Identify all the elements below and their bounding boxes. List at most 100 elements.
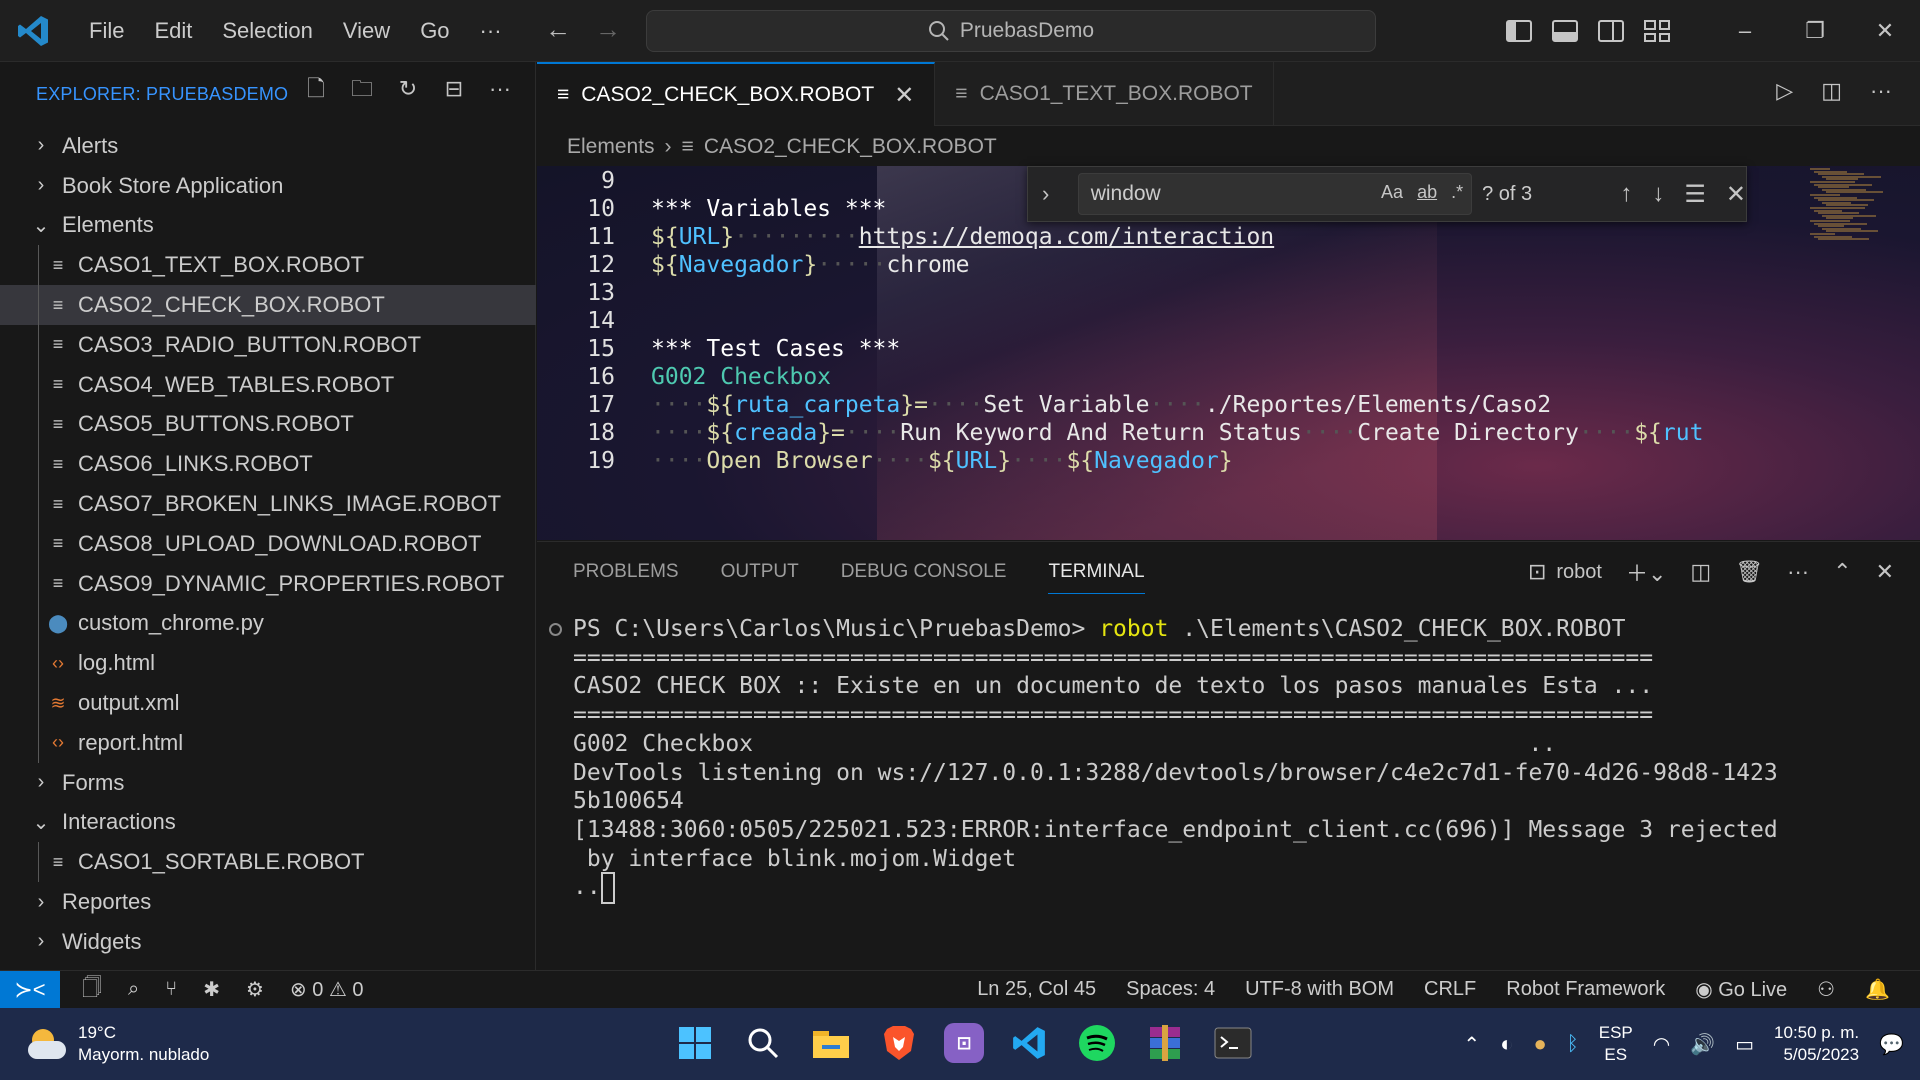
winrar-icon[interactable] (1142, 1020, 1188, 1066)
language-mode[interactable]: Robot Framework (1506, 978, 1665, 1001)
menu-item-2[interactable]: Selection (207, 0, 328, 62)
tab-caso2-check-box[interactable]: ≡ CASO2_CHECK_BOX.ROBOT ✕ (537, 62, 936, 126)
find-in-selection-icon[interactable]: ☰ (1684, 180, 1706, 209)
obs-icon[interactable]: ◐ (1500, 1031, 1513, 1057)
panel-tab-problems[interactable]: PROBLEMS (573, 561, 679, 583)
clock[interactable]: 10:50 p. m. 5/05/2023 (1774, 1022, 1859, 1066)
tree-folder[interactable]: › Book Store Application (0, 166, 536, 206)
close-panel-icon[interactable]: ✕ (1876, 559, 1894, 585)
encoding[interactable]: UTF-8 with BOM (1245, 978, 1394, 1001)
volume-icon[interactable]: 🔊 (1690, 1032, 1715, 1057)
tree-file[interactable]: ≡ CASO1_TEXT_BOX.ROBOT (0, 245, 536, 285)
file-explorer-icon[interactable] (808, 1020, 854, 1066)
taskbar-search-icon[interactable] (740, 1020, 786, 1066)
end-of-line[interactable]: CRLF (1424, 978, 1476, 1001)
tree-folder[interactable]: ⌄ Interactions (0, 803, 536, 843)
accounts-icon[interactable]: ⚇ (1817, 977, 1835, 1002)
notifications-bell-icon[interactable]: 🔔 (1865, 977, 1890, 1002)
debug-icon[interactable]: ✱ (203, 977, 220, 1002)
split-terminal-icon[interactable]: ◫ (1690, 559, 1711, 585)
tree-folder[interactable]: › Reportes (0, 882, 536, 922)
new-folder-icon[interactable]: 🗀 (349, 76, 375, 102)
battery-icon[interactable]: ▭ (1735, 1032, 1754, 1057)
visual-studio-icon[interactable]: ⊡ (944, 1023, 984, 1063)
panel-tab-output[interactable]: OUTPUT (721, 561, 799, 583)
menu-item-4[interactable]: Go (405, 0, 464, 62)
notification-center-icon[interactable]: 💬 (1879, 1032, 1904, 1057)
tree-file[interactable]: ≡ CASO1_SORTABLE.ROBOT (0, 842, 536, 882)
breadcrumb-file[interactable]: CASO2_CHECK_BOX.ROBOT (704, 135, 997, 159)
minimize-button[interactable]: – (1710, 18, 1780, 44)
back-arrow-icon[interactable]: ← (545, 14, 571, 45)
breadcrumb-folder[interactable]: Elements (567, 135, 655, 159)
panel-tab-debug-console[interactable]: DEBUG CONSOLE (841, 561, 1007, 583)
kill-terminal-icon[interactable]: 🗑 (1735, 559, 1763, 585)
maximize-panel-icon[interactable]: ⌃ (1833, 559, 1851, 585)
tree-file[interactable]: ≡ CASO3_RADIO_BUTTON.ROBOT (0, 325, 536, 365)
toggle-primary-sidebar-icon[interactable] (1506, 20, 1532, 42)
remote-indicator-icon[interactable]: ≻< (0, 970, 60, 1009)
restore-button[interactable]: ❐ (1780, 18, 1850, 44)
tree-file[interactable]: ≡ CASO9_DYNAMIC_PROPERTIES.ROBOT (0, 564, 536, 604)
tree-file[interactable]: ≡ CASO7_BROKEN_LINKS_IMAGE.ROBOT (0, 484, 536, 524)
next-match-icon[interactable]: ↓ (1652, 180, 1664, 208)
terminal[interactable]: PS C:\Users\Carlos\Music\PruebasDemo> ro… (537, 612, 1920, 970)
menu-item-1[interactable]: Edit (139, 0, 207, 62)
terminal-name[interactable]: robot (1556, 561, 1602, 584)
match-case-icon[interactable]: Aa (1381, 182, 1403, 203)
show-hidden-icons-icon[interactable]: ⌃ (1463, 1032, 1480, 1057)
more-actions-icon[interactable]: ··· (487, 76, 513, 102)
tree-file[interactable]: ≋ output.xml (0, 683, 536, 723)
indentation[interactable]: Spaces: 4 (1126, 978, 1215, 1001)
toggle-secondary-sidebar-icon[interactable] (1598, 20, 1624, 42)
weather-widget[interactable]: 19°C Mayorm. nublado (28, 1022, 209, 1066)
forward-arrow-icon[interactable]: → (595, 14, 621, 45)
toggle-panel-icon[interactable] (1552, 20, 1578, 42)
tree-folder[interactable]: ⌄ Elements (0, 206, 536, 246)
new-terminal-icon[interactable]: ＋⌄ (1626, 556, 1666, 588)
collapse-all-icon[interactable]: ⊟ (441, 76, 467, 102)
split-editor-icon[interactable]: ◫ (1821, 78, 1842, 104)
panel-tab-terminal[interactable]: TERMINAL (1048, 561, 1145, 594)
bluetooth-icon[interactable]: ᛒ (1567, 1033, 1579, 1056)
new-file-icon[interactable]: 🗋 (303, 76, 329, 102)
files-icon[interactable]: 🗍 (82, 973, 102, 1007)
input-language[interactable]: ESP ES (1599, 1022, 1633, 1066)
cursor-position[interactable]: Ln 25, Col 45 (977, 978, 1096, 1001)
go-live-button[interactable]: ◉ Go Live (1695, 977, 1787, 1002)
spotify-icon[interactable] (1074, 1020, 1120, 1066)
source-control-icon[interactable]: ⑂ (165, 978, 177, 1001)
extensions-icon[interactable]: ⚙ (246, 977, 264, 1002)
minimap[interactable] (1810, 166, 1910, 540)
brave-browser-icon[interactable] (876, 1020, 922, 1066)
whole-word-icon[interactable]: ab (1417, 182, 1437, 203)
tree-file[interactable]: ⬤ custom_chrome.py (0, 604, 536, 644)
command-center[interactable]: PruebasDemo (646, 10, 1376, 52)
customize-layout-icon[interactable] (1644, 20, 1670, 42)
toggle-replace-icon[interactable]: › (1042, 181, 1064, 207)
tree-file[interactable]: ≡ CASO6_LINKS.ROBOT (0, 444, 536, 484)
tree-folder[interactable]: › Alerts (0, 126, 536, 166)
menu-item-5[interactable]: ··· (465, 0, 517, 62)
close-window-button[interactable]: ✕ (1850, 18, 1920, 44)
terminal-taskbar-icon[interactable] (1210, 1020, 1256, 1066)
app-tray-icon[interactable]: ● (1533, 1031, 1546, 1057)
tree-folder[interactable]: › Forms (0, 763, 536, 803)
tree-file[interactable]: ≡ CASO2_CHECK_BOX.ROBOT (0, 285, 536, 325)
wifi-icon[interactable]: ◠ (1653, 1032, 1670, 1057)
tree-file[interactable]: ‹› log.html (0, 643, 536, 683)
find-input[interactable]: window Aa ab .* (1077, 173, 1473, 215)
refresh-icon[interactable]: ↻ (395, 76, 421, 102)
menu-item-3[interactable]: View (328, 0, 405, 62)
close-tab-icon[interactable]: ✕ (894, 81, 914, 110)
run-icon[interactable]: ▷ (1776, 78, 1793, 104)
search-icon[interactable]: ⌕ (128, 978, 139, 1001)
previous-match-icon[interactable]: ↑ (1620, 180, 1632, 208)
tree-file[interactable]: ≡ CASO4_WEB_TABLES.ROBOT (0, 365, 536, 405)
regex-icon[interactable]: .* (1451, 182, 1463, 203)
menu-item-0[interactable]: File (74, 0, 139, 62)
tree-file[interactable]: ‹› report.html (0, 723, 536, 763)
vscode-taskbar-icon[interactable] (1006, 1020, 1052, 1066)
start-windows-icon[interactable] (672, 1020, 718, 1066)
code-editor[interactable]: 9 10 *** Variables *** 11 ${URL}·········htt… (537, 166, 1920, 540)
